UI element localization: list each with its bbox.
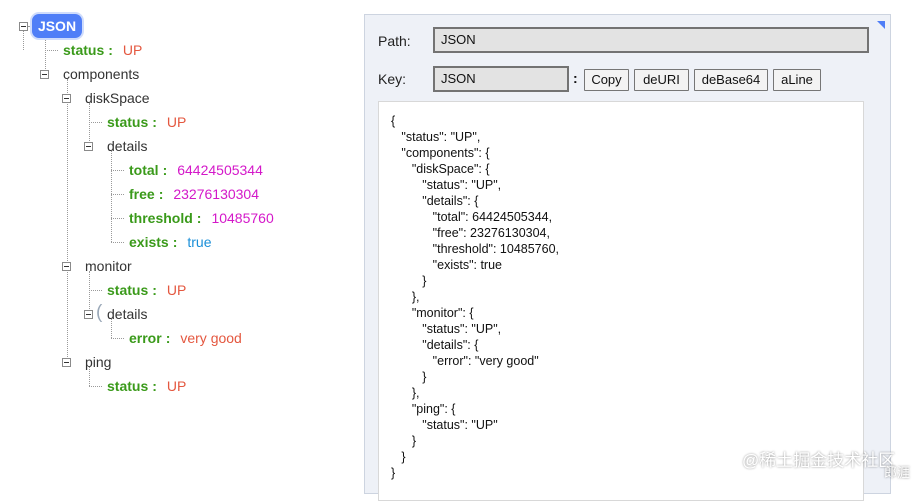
tree-node-threshold[interactable]: threshold:10485760 [129, 209, 274, 227]
tree-line [111, 338, 124, 339]
decode-uri-button[interactable]: deURI [634, 69, 689, 91]
tree-node-exists[interactable]: exists: true [129, 233, 212, 251]
node-separator: : [172, 234, 178, 250]
collapse-monitor-toggle[interactable] [62, 262, 71, 271]
tree-line [111, 151, 112, 242]
tree-line [45, 38, 46, 71]
watermark: @稀土掘金技术社区 [742, 451, 896, 470]
node-key: status [63, 42, 105, 58]
tree-node-disk-details[interactable]: details [107, 137, 147, 155]
node-value: UP [166, 282, 187, 298]
node-key: status [107, 282, 149, 298]
tree-line [111, 242, 124, 243]
json-tree: JSON status: UP components diskSpace stat… [0, 0, 360, 484]
node-key: exists [129, 234, 169, 250]
tree-line [89, 386, 102, 387]
tree-node-ping[interactable]: ping [85, 353, 111, 371]
copy-button[interactable]: Copy [584, 69, 629, 91]
collapse-components-toggle[interactable] [40, 70, 49, 79]
node-separator: : [152, 378, 157, 394]
tree-node-disk-status[interactable]: status: UP [107, 113, 186, 131]
node-key: free [129, 186, 155, 202]
node-separator: : [108, 42, 113, 58]
tree-line [89, 122, 102, 123]
path-field[interactable]: JSON [433, 27, 869, 53]
json-text: { "status": "UP", "components": { "diskS… [391, 114, 560, 480]
bracket-glyph: ( [96, 302, 103, 323]
tree-line [111, 218, 124, 219]
json-output-area[interactable]: { "status": "UP", "components": { "diskS… [378, 101, 864, 501]
tree-line [111, 170, 124, 171]
tree-node-error[interactable]: error: very good [129, 329, 242, 347]
tree-line [89, 271, 90, 315]
collapse-diskspace-toggle[interactable] [62, 94, 71, 103]
key-label: Key: [378, 71, 407, 87]
node-value: 23276130304 [173, 186, 260, 202]
tree-node-ping-status[interactable]: status: UP [107, 377, 186, 395]
tree-line [45, 50, 58, 51]
panel-corner-icon[interactable] [877, 21, 885, 29]
tree-node-free[interactable]: free:23276130304 [129, 185, 259, 203]
node-separator: : [162, 162, 168, 178]
node-value: very good [180, 330, 242, 346]
node-key: status [107, 378, 149, 394]
node-value: UP [122, 42, 143, 58]
key-colon: : [573, 70, 578, 86]
tree-node-monitor[interactable]: monitor [85, 257, 132, 275]
collapse-disk-details-toggle[interactable] [84, 142, 93, 151]
tree-line [23, 31, 24, 50]
node-value: UP [166, 114, 187, 130]
watermark-author: 郎涯 [884, 465, 911, 480]
node-key: status [107, 114, 149, 130]
collapse-root-toggle[interactable] [19, 22, 28, 31]
collapse-ping-toggle[interactable] [62, 358, 71, 367]
node-separator: : [158, 186, 164, 202]
path-label: Path: [378, 33, 411, 49]
node-separator: : [165, 330, 171, 346]
key-field[interactable]: JSON [433, 66, 569, 92]
node-key: total [129, 162, 159, 178]
tree-line [89, 290, 102, 291]
node-key: threshold [129, 210, 193, 226]
tree-node-diskspace[interactable]: diskSpace [85, 89, 150, 107]
node-value: UP [166, 378, 187, 394]
align-line-button[interactable]: aLine [773, 69, 821, 91]
node-key: error [129, 330, 162, 346]
tree-line [111, 194, 124, 195]
detail-panel: Path: JSON Key: JSON : Copy deURI deBase… [364, 14, 891, 501]
node-value: true [187, 234, 212, 250]
node-value: 10485760 [211, 210, 274, 226]
tree-root-node[interactable]: JSON [32, 14, 82, 38]
tree-node-monitor-status[interactable]: status: UP [107, 281, 186, 299]
collapse-monitor-details-toggle[interactable] [84, 310, 93, 319]
node-value: 64424505344 [177, 162, 263, 178]
node-separator: : [152, 282, 157, 298]
tree-line [89, 103, 90, 147]
tree-node-status[interactable]: status: UP [63, 41, 142, 59]
tree-line [67, 79, 68, 361]
tree-node-components[interactable]: components [63, 65, 139, 83]
decode-base64-button[interactable]: deBase64 [694, 69, 768, 91]
tree-node-total[interactable]: total:64424505344 [129, 161, 263, 179]
node-separator: : [152, 114, 157, 130]
node-separator: : [196, 210, 202, 226]
tree-node-monitor-details[interactable]: details [107, 305, 147, 323]
